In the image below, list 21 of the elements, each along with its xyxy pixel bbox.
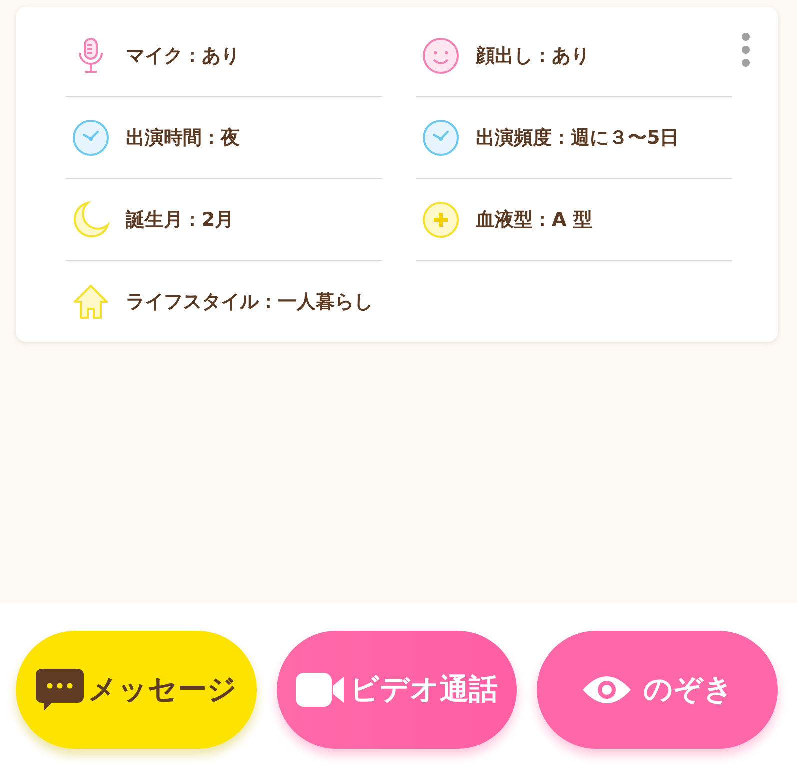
- video-call-button[interactable]: ビデオ通話: [276, 631, 518, 749]
- profile-detail: 顔出し：あり: [476, 44, 590, 68]
- chat-bubble-icon: [36, 669, 84, 711]
- profile-detail: 誕生月：2月: [126, 208, 234, 232]
- more-options-icon[interactable]: [740, 31, 752, 69]
- profile-detail: マイク：あり: [126, 44, 240, 68]
- peek-button[interactable]: のぞき: [537, 631, 778, 749]
- clock-icon: [422, 118, 460, 156]
- message-button[interactable]: メッセージ: [16, 631, 257, 749]
- profile-detail: 出演頻度：週に３〜5日: [476, 126, 680, 150]
- profile-detail: ライフスタイル：一人暮らし: [126, 290, 373, 315]
- eye-icon: [582, 675, 632, 705]
- profile-detail: 出演時間：夜: [126, 126, 240, 150]
- moon-icon: [72, 200, 110, 238]
- house-icon: [72, 283, 110, 321]
- microphone-icon: [76, 36, 106, 74]
- smiley-icon: [422, 36, 460, 74]
- video-camera-icon: [296, 673, 346, 707]
- clock-icon: [72, 118, 110, 156]
- plus-icon: [422, 200, 460, 238]
- profile-detail: 血液型：A 型: [476, 208, 592, 232]
